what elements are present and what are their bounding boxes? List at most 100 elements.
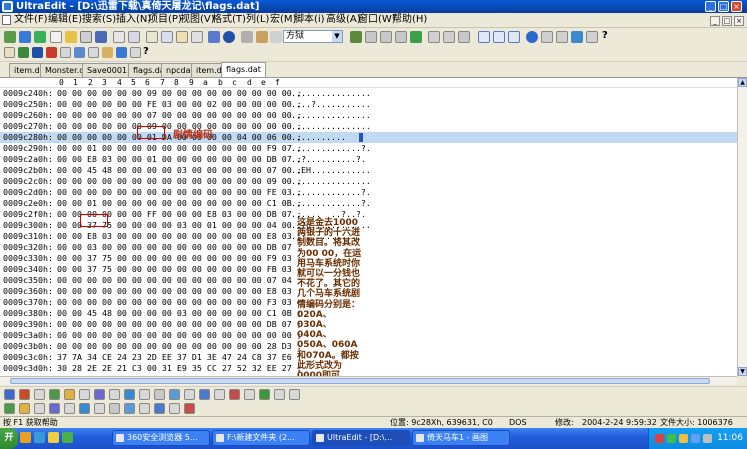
bottom-toolbar-button-icon[interactable]	[154, 403, 165, 414]
row-ascii[interactable]: ................	[291, 121, 371, 132]
taskbar-browser[interactable]: 360安全浏览器 5...	[112, 430, 210, 446]
format-icon[interactable]	[350, 31, 362, 43]
bottom-toolbar-button-icon[interactable]	[34, 389, 45, 400]
row-hex-bytes[interactable]: 00 00 03 00 00 00 00 00 00 00 00 00 00 0…	[57, 242, 302, 253]
row-ascii[interactable]: ..............?.	[291, 143, 371, 154]
hex-row[interactable]: 0009c350h: 00 00 00 00 00 00 00 00 00 00 …	[0, 275, 737, 286]
hex-row[interactable]: 0009c380h: 00 00 45 48 00 00 00 00 03 00 …	[0, 308, 737, 319]
print-icon[interactable]	[113, 31, 125, 43]
mdi-restore-button[interactable]: □	[722, 16, 732, 26]
new-file-icon[interactable]	[4, 31, 16, 43]
bottom-toolbar-button-icon[interactable]	[184, 389, 195, 400]
bottom-toolbar-button-icon[interactable]	[19, 389, 30, 400]
copy-icon[interactable]	[161, 31, 173, 43]
outdent-icon[interactable]	[380, 31, 392, 43]
hex-row[interactable]: 0009c310h: 00 00 E8 03 00 00 00 00 00 00 …	[0, 231, 737, 242]
row-hex-bytes[interactable]: 00 00 00 00 00 00 00 00 00 00 00 00 00 0…	[57, 330, 302, 341]
mdi-minimize-button[interactable]: _	[710, 16, 720, 26]
paste-icon[interactable]	[176, 31, 188, 43]
horizontal-scrollbar[interactable]	[0, 376, 737, 385]
row-hex-bytes[interactable]: 00 00 00 00 00 00 00 00 00 00 00 00 00 0…	[57, 187, 302, 198]
bottom-toolbar-button-icon[interactable]	[199, 389, 210, 400]
row-hex-bytes[interactable]: 00 00 00 00 00 00 00 00 00 00 00 00 00 0…	[57, 275, 302, 286]
row-hex-bytes[interactable]: 00 00 01 00 00 00 00 00 00 00 00 00 00 0…	[57, 198, 302, 209]
row-hex-bytes[interactable]: 30 28 2E 2E 21 C3 00 31 E9 35 CC 27 52 3…	[57, 363, 302, 374]
maximize-button[interactable]: □	[718, 1, 729, 12]
row-hex-bytes[interactable]: 00 00 00 00 00 00 00 00 00 00 00 00 00 0…	[57, 297, 302, 308]
menu-edit[interactable]: 编辑(E)	[48, 13, 82, 27]
menu-view[interactable]: 视图(V)	[180, 13, 215, 27]
bottom-toolbar-button-icon[interactable]	[139, 403, 150, 414]
ftp-icon[interactable]	[556, 31, 568, 43]
tray-antivirus-icon[interactable]	[655, 434, 664, 443]
hex-row[interactable]: 0009c2b0h: 00 00 45 48 00 00 00 00 03 00 …	[0, 165, 737, 176]
bottom-toolbar-button-icon[interactable]	[94, 403, 105, 414]
row-ascii[interactable]: ....?...........	[291, 99, 371, 110]
menu-search[interactable]: 搜索(S)	[82, 13, 116, 27]
row-hex-bytes[interactable]: 00 00 37 75 00 00 00 00 00 00 00 00 00 0…	[57, 253, 302, 264]
find-in-files-icon[interactable]	[4, 47, 15, 58]
font-select[interactable]: 方狱 ▼	[283, 30, 343, 43]
bottom-toolbar-button-icon[interactable]	[214, 389, 225, 400]
menu-insert[interactable]: 插入(N)	[116, 13, 151, 27]
menu-file[interactable]: 文件(F)	[14, 13, 48, 27]
minimize-button[interactable]: _	[705, 1, 716, 12]
taskbar-ultraedit[interactable]: UltraEdit - [D:\...	[312, 430, 410, 446]
help-icon[interactable]: ?	[602, 30, 608, 41]
bottom-toolbar-button-icon[interactable]	[94, 389, 105, 400]
close-file-icon[interactable]	[80, 31, 92, 43]
bottom-toolbar-button-icon[interactable]	[109, 389, 120, 400]
bottom-toolbar-button-icon[interactable]	[19, 403, 30, 414]
folder-icon[interactable]	[48, 432, 59, 443]
hex-row[interactable]: 0009c3d0h: 30 28 2E 2E 21 C3 00 31 E9 35 …	[0, 363, 737, 374]
globe-icon[interactable]	[223, 31, 235, 43]
bottom-toolbar-button-icon[interactable]	[49, 389, 60, 400]
row-hex-bytes[interactable]: 00 00 00 00 00 00 00 00 00 00 00 00 00 0…	[57, 286, 302, 297]
tab-flags-dat-active[interactable]: flags.dat	[221, 62, 266, 77]
hex-row[interactable]: 0009c2f0h: 00 00 00 00 00 00 FF 00 00 00 …	[0, 209, 737, 220]
row-ascii[interactable]: ................	[291, 110, 371, 121]
taskbar-explorer[interactable]: F:\新建文件夹 (2...	[212, 430, 310, 446]
bottom-toolbar-button-icon[interactable]	[79, 403, 90, 414]
row-hex-bytes[interactable]: 00 00 00 00 00 00 FE 03 00 00 02 00 00 0…	[57, 99, 302, 110]
bottom-toolbar-button-icon[interactable]	[4, 389, 15, 400]
tray-ime-icon[interactable]	[691, 434, 700, 443]
bottom-toolbar-button-icon[interactable]	[109, 403, 120, 414]
word-wrap-icon[interactable]	[458, 31, 470, 43]
hex-row[interactable]: 0009c260h: 00 00 00 00 00 00 07 00 00 00 …	[0, 110, 737, 121]
horizontal-scroll-thumb[interactable]	[10, 378, 710, 384]
ultraedit-app-icon[interactable]	[2, 1, 13, 12]
row-hex-bytes[interactable]: 00 00 01 00 00 00 00 00 00 00 00 00 00 0…	[57, 143, 302, 154]
hex-row[interactable]: 0009c390h: 00 00 00 00 00 00 00 00 00 00 …	[0, 319, 737, 330]
back-icon[interactable]	[19, 31, 31, 43]
compile-icon[interactable]	[74, 47, 85, 58]
ie-icon[interactable]	[20, 432, 31, 443]
row-hex-bytes[interactable]: 00 00 00 00 00 00 00 00 00 00 00 00 00 0…	[57, 341, 302, 352]
bottom-toolbar-button-icon[interactable]	[169, 403, 180, 414]
row-hex-bytes[interactable]: 00 00 00 00 00 00 00 00 00 00 00 00 00 0…	[57, 319, 302, 330]
tray-volume-icon[interactable]	[679, 434, 688, 443]
row-hex-bytes[interactable]: 00 00 00 00 00 00 07 00 00 00 00 00 00 0…	[57, 110, 302, 121]
config-icon[interactable]	[130, 47, 141, 58]
row-hex-bytes[interactable]: 00 00 45 48 00 00 00 00 03 00 00 00 00 0…	[57, 308, 302, 319]
tray-network-icon[interactable]	[667, 434, 676, 443]
hex-row[interactable]: 0009c3a0h: 00 00 00 00 00 00 00 00 00 00 …	[0, 330, 737, 341]
print-preview-icon[interactable]	[128, 31, 140, 43]
bottom-toolbar-button-icon[interactable]	[184, 403, 195, 414]
start-button[interactable]: 开	[0, 428, 18, 449]
bottom-toolbar-button-icon[interactable]	[154, 389, 165, 400]
row-ascii[interactable]: ..............?.	[291, 187, 371, 198]
settings-icon[interactable]	[116, 47, 127, 58]
column-mode-icon[interactable]	[443, 31, 455, 43]
spell-check-icon[interactable]	[410, 31, 422, 43]
desktop-icon[interactable]	[34, 432, 45, 443]
undo-icon[interactable]	[208, 31, 220, 43]
cascade-icon[interactable]	[508, 31, 520, 43]
vertical-scrollbar[interactable]: ▲ ▼	[737, 78, 747, 376]
scroll-down-icon[interactable]: ▼	[738, 367, 747, 376]
taskbar-paint[interactable]: 倚天马车1 - 画图	[412, 430, 510, 446]
bottom-toolbar-button-icon[interactable]	[229, 389, 240, 400]
bottom-toolbar-button-icon[interactable]	[4, 403, 15, 414]
bottom-toolbar-button-icon[interactable]	[244, 389, 255, 400]
bottom-toolbar-button-icon[interactable]	[34, 403, 45, 414]
